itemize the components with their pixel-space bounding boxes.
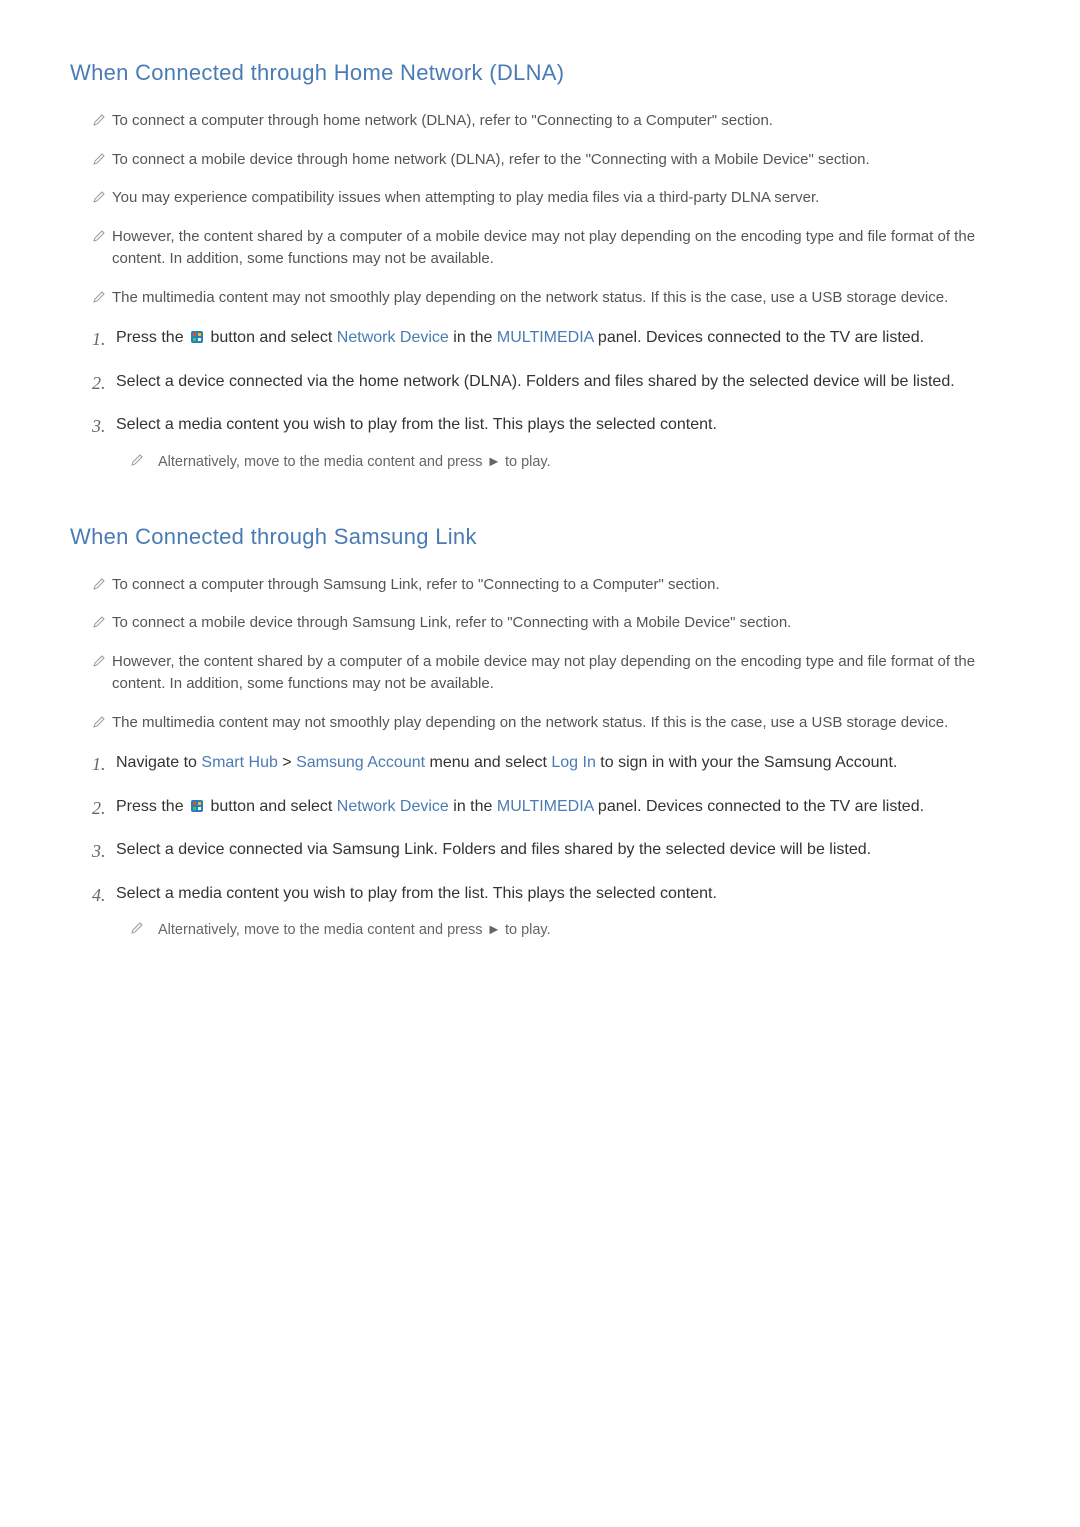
step-item: 3. Select a device connected via Samsung… [92,837,1010,863]
note-item: You may experience compatibility issues … [92,187,1010,210]
sub-note-text: to play. [501,922,551,938]
pencil-note-icon [92,653,106,667]
sub-note: Alternatively, move to the media content… [130,920,1010,942]
step-number: 2. [92,369,106,398]
note-text: To connect a mobile device through Samsu… [112,614,791,631]
note-text: To connect a computer through home netwo… [112,112,773,129]
step-item: 3. Select a media content you wish to pl… [92,412,1010,473]
step-text-fragment: panel. Devices connected to the TV are l… [593,798,924,815]
keyword-log-in: Log In [551,754,595,771]
step-text: Select a device connected via the home n… [116,373,955,390]
step-item: 4. Select a media content you wish to pl… [92,881,1010,942]
step-text-fragment: Press the [116,798,188,815]
note-item: However, the content shared by a compute… [92,226,1010,271]
section-heading-samsung-link: When Connected through Samsung Link [70,524,1010,550]
note-item: To connect a mobile device through Samsu… [92,612,1010,635]
note-item: To connect a computer through Samsung Li… [92,574,1010,597]
keyword-multimedia: MULTIMEDIA [497,329,594,346]
pencil-note-icon [92,151,106,165]
step-text-fragment: button and select [206,798,337,815]
pencil-note-icon [92,189,106,203]
pencil-note-icon [92,289,106,303]
step-text-fragment: menu and select [425,754,551,771]
step-text-fragment: panel. Devices connected to the TV are l… [593,329,924,346]
pencil-note-icon [92,614,106,628]
step-text-fragment: Press the [116,329,188,346]
note-item: However, the content shared by a compute… [92,651,1010,696]
step-number: 3. [92,412,106,441]
note-text: To connect a computer through Samsung Li… [112,576,720,593]
note-text: However, the content shared by a compute… [112,228,975,268]
steps-list-samsung-link: 1. Navigate to Smart Hub > Samsung Accou… [70,750,1010,942]
keyword-network-device: Network Device [337,798,449,815]
step-text: Select a media content you wish to play … [116,885,717,902]
step-item: 1. Navigate to Smart Hub > Samsung Accou… [92,750,1010,776]
play-icon: ► [487,454,501,470]
pencil-note-icon [92,576,106,590]
step-number: 2. [92,794,106,823]
pencil-note-icon [92,228,106,242]
note-list-samsung-link: To connect a computer through Samsung Li… [70,574,1010,735]
step-text-fragment: in the [449,329,497,346]
step-text-fragment: to sign in with your the Samsung Account… [596,754,898,771]
pencil-note-icon [130,921,144,935]
step-number: 1. [92,750,106,779]
steps-list-dlna: 1. Press the button and select Network D… [70,325,1010,474]
keyword-network-device: Network Device [337,329,449,346]
note-text: The multimedia content may not smoothly … [112,289,948,306]
step-text-fragment: button and select [206,329,337,346]
sub-note-text: Alternatively, move to the media content… [158,922,487,938]
step-text-fragment: Navigate to [116,754,201,771]
play-icon: ► [487,922,501,938]
pencil-note-icon [92,714,106,728]
step-item: 1. Press the button and select Network D… [92,325,1010,351]
step-text-fragment: in the [449,798,497,815]
step-number: 1. [92,325,106,354]
note-text: To connect a mobile device through home … [112,151,870,168]
note-text: You may experience compatibility issues … [112,189,819,206]
sub-note-text: Alternatively, move to the media content… [158,454,487,470]
note-item: The multimedia content may not smoothly … [92,287,1010,310]
note-item: The multimedia content may not smoothly … [92,712,1010,735]
note-text: The multimedia content may not smoothly … [112,714,948,731]
sub-note-text: to play. [501,454,551,470]
section-heading-dlna: When Connected through Home Network (DLN… [70,60,1010,86]
step-item: 2. Select a device connected via the hom… [92,369,1010,395]
sub-note: Alternatively, move to the media content… [130,452,1010,474]
note-list-dlna: To connect a computer through home netwo… [70,110,1010,309]
note-item: To connect a computer through home netwo… [92,110,1010,133]
step-text: Select a device connected via Samsung Li… [116,841,871,858]
smart-hub-button-icon [190,327,204,341]
keyword-smart-hub: Smart Hub [201,754,277,771]
step-number: 4. [92,881,106,910]
breadcrumb-separator: > [278,754,296,771]
keyword-samsung-account: Samsung Account [296,754,425,771]
smart-hub-button-icon [190,796,204,810]
keyword-multimedia: MULTIMEDIA [497,798,594,815]
note-item: To connect a mobile device through home … [92,149,1010,172]
step-item: 2. Press the button and select Network D… [92,794,1010,820]
pencil-note-icon [130,453,144,467]
step-number: 3. [92,837,106,866]
pencil-note-icon [92,112,106,126]
step-text: Select a media content you wish to play … [116,416,717,433]
note-text: However, the content shared by a compute… [112,653,975,693]
